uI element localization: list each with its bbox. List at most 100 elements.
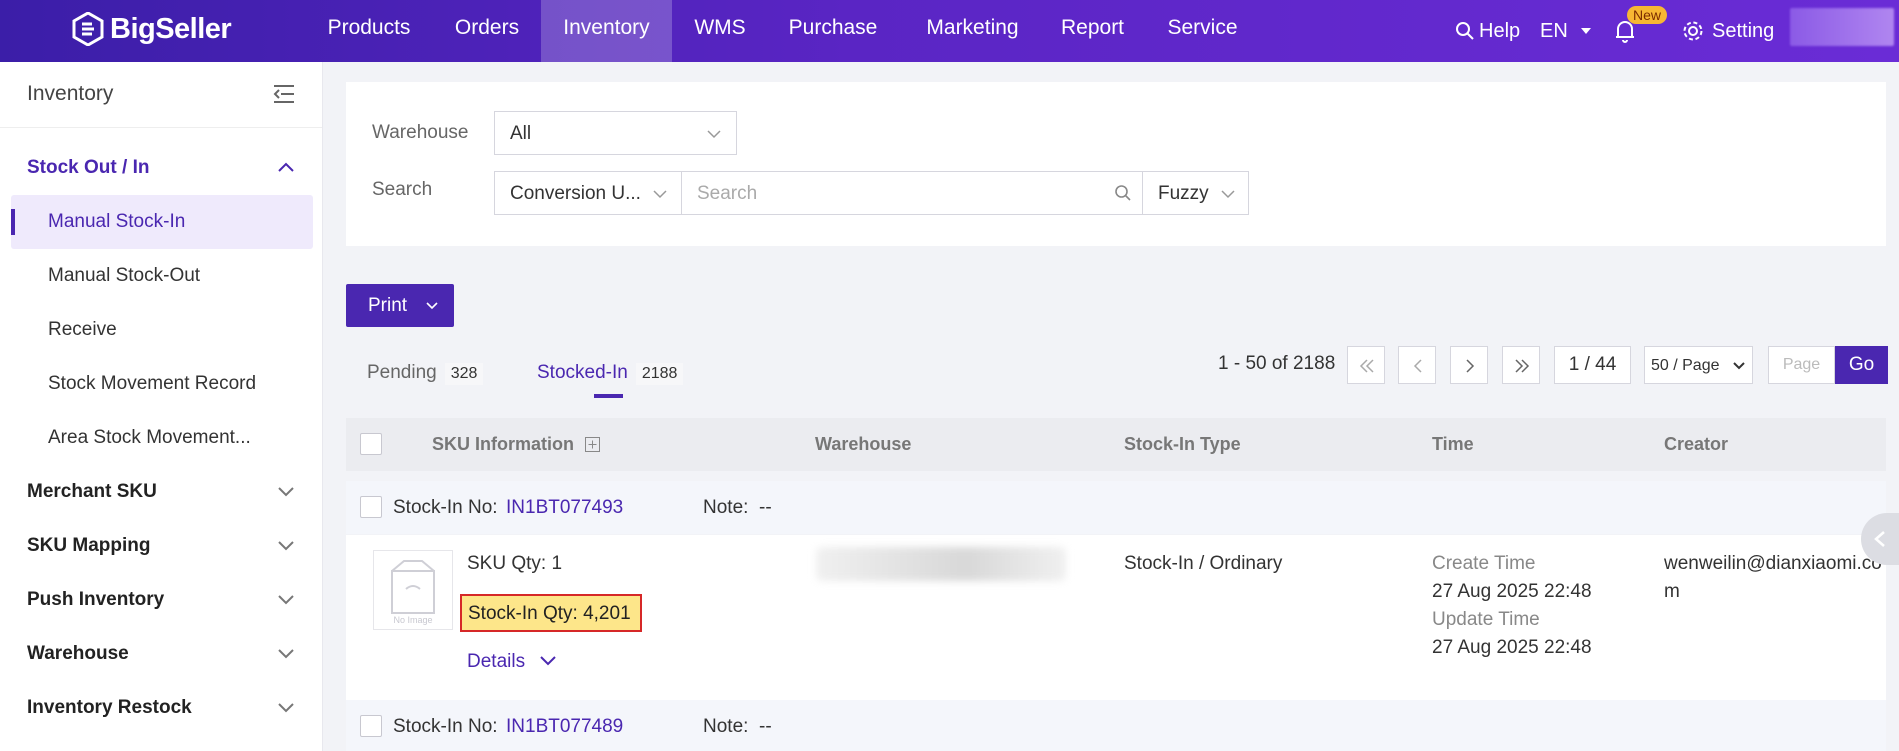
match-mode-select[interactable]: Fuzzy [1142, 171, 1249, 215]
page-size-value: 50 / Page [1651, 357, 1720, 374]
double-chevron-right-icon [1515, 359, 1530, 373]
sidebar-item-manual-stock-out[interactable]: Manual Stock-Out [11, 249, 313, 303]
chevron-left-icon [1413, 359, 1422, 373]
search-icon [1456, 22, 1474, 40]
sidebar-item-label: Receive [48, 319, 117, 340]
sidebar-group-warehouse[interactable]: Warehouse [0, 629, 323, 679]
sidebar-group-label: SKU Mapping [27, 535, 151, 556]
go-button[interactable]: Go [1835, 346, 1888, 384]
stock-in-no-label: Stock-In No: [393, 716, 498, 737]
stock-in-type-value: Stock-In / Ordinary [1124, 553, 1283, 574]
select-all-checkbox[interactable] [360, 433, 382, 455]
sidebar-group-label: Inventory Restock [27, 697, 192, 718]
stock-in-no-link[interactable]: IN1BT077493 [506, 497, 623, 519]
warehouse-select[interactable]: All [494, 111, 737, 155]
match-mode-value: Fuzzy [1158, 183, 1209, 204]
search-type-select[interactable]: Conversion U... [494, 171, 682, 215]
search-icon[interactable] [1114, 184, 1132, 202]
sidebar-group-merchant-sku[interactable]: Merchant SKU [0, 467, 323, 517]
column-label: SKU Information [432, 434, 574, 454]
sidebar-item-label: Manual Stock-In [48, 211, 186, 232]
sidebar-group-inventory-restock[interactable]: Inventory Restock [0, 683, 323, 733]
nav-marketing[interactable]: Marketing [905, 0, 1040, 62]
sidebar-group-stock[interactable]: Stock Out / In [0, 143, 323, 193]
update-time-value: 27 Aug 2025 22:48 [1432, 637, 1592, 658]
nav-wms[interactable]: WMS [680, 0, 760, 62]
search-input[interactable]: Search [681, 171, 1143, 215]
help-label: Help [1479, 19, 1521, 42]
chevron-right-icon [1466, 359, 1475, 373]
current-page-indicator: 1 / 44 [1554, 346, 1631, 384]
tab-count: 328 [444, 363, 484, 385]
details-toggle[interactable]: Details [467, 651, 557, 673]
sidebar-item-area-stock-movement[interactable]: Area Stock Movement... [11, 411, 313, 465]
sidebar-group-label: Warehouse [27, 643, 129, 664]
nav-report[interactable]: Report [1050, 0, 1135, 62]
sidebar-item-label: Area Stock Movement... [48, 427, 251, 448]
last-page-button[interactable] [1502, 346, 1540, 384]
nav-inventory[interactable]: Inventory [541, 0, 672, 62]
create-time-value: 27 Aug 2025 22:48 [1432, 581, 1592, 602]
note-value: -- [759, 716, 772, 737]
chevron-down-icon [278, 649, 294, 659]
caret-down-icon [1580, 28, 1591, 34]
sidebar-group-sku-mapping[interactable]: SKU Mapping [0, 521, 323, 571]
stock-in-no-link[interactable]: IN1BT077489 [506, 716, 623, 738]
row-checkbox[interactable] [360, 496, 382, 518]
tab-pending[interactable]: Pending 328 [367, 362, 484, 385]
expand-plus-icon[interactable] [585, 437, 601, 452]
update-time-label: Update Time [1432, 609, 1540, 630]
sidebar-group-push-inventory[interactable]: Push Inventory [0, 575, 323, 625]
language-selector[interactable]: EN [1540, 0, 1592, 62]
tab-stocked-in[interactable]: Stocked-In 2188 [537, 362, 684, 385]
chevron-down-icon [1733, 362, 1745, 370]
chevron-down-icon [278, 541, 294, 551]
stock-in-qty: Stock-In Qty: 4,201 [468, 603, 631, 624]
help-link[interactable]: Help [1455, 0, 1520, 62]
search-type-value: Conversion U... [510, 183, 641, 204]
filter-panel: Warehouse All Search Conversion U... Sea… [346, 82, 1886, 246]
column-stock-in-type: Stock-In Type [1124, 434, 1241, 454]
nav-products[interactable]: Products [310, 0, 428, 62]
sidebar-item-label: Manual Stock-Out [48, 265, 201, 286]
table-row-header: Stock-In No: IN1BT077493 Note: -- [346, 481, 1886, 534]
page-size-select[interactable]: 50 / Page [1644, 346, 1753, 384]
bigseller-logo[interactable]: BigSeller [72, 12, 232, 46]
nav-orders[interactable]: Orders [437, 0, 537, 62]
sidebar-group-label: Push Inventory [27, 589, 165, 610]
setting-link[interactable]: Setting [1682, 0, 1774, 62]
tab-count: 2188 [635, 363, 684, 385]
collapse-menu-icon[interactable] [273, 84, 295, 104]
nav-service[interactable]: Service [1160, 0, 1245, 62]
warehouse-value-redacted [816, 547, 1066, 581]
gear-icon [1683, 21, 1703, 41]
create-time-label: Create Time [1432, 553, 1536, 574]
logo-icon [72, 12, 104, 46]
new-badge: New [1627, 6, 1668, 24]
product-image-placeholder: No Image [373, 550, 453, 630]
first-page-button[interactable] [1347, 346, 1385, 384]
search-placeholder: Search [697, 183, 758, 204]
sidebar-header: Inventory [0, 62, 322, 128]
next-page-button[interactable] [1450, 346, 1488, 384]
sidebar-title: Inventory [27, 82, 114, 105]
table-row: No Image SKU Qty: 1 Stock-In Qty: 4,201 … [346, 535, 1886, 700]
table-row-header: Stock-In No: IN1BT077489 Note: -- [346, 700, 1886, 751]
print-button[interactable]: Print [346, 284, 454, 327]
account-avatar[interactable] [1790, 8, 1894, 46]
tab-label: Stocked-In [537, 362, 628, 383]
search-filter-label: Search [372, 179, 433, 200]
sidebar-item-stock-movement-record[interactable]: Stock Movement Record [11, 357, 313, 411]
row-checkbox[interactable] [360, 715, 382, 737]
chevron-down-icon [653, 190, 667, 199]
tab-label: Pending [367, 362, 437, 383]
page-jump-input[interactable]: Page [1768, 346, 1835, 384]
sidebar-item-manual-stock-in[interactable]: Manual Stock-In [11, 195, 313, 249]
nav-purchase[interactable]: Purchase [773, 0, 893, 62]
active-tab-indicator [594, 394, 623, 398]
sidebar: Inventory Stock Out / In Manual Stock-In… [0, 62, 323, 751]
chevron-left-icon [1874, 531, 1885, 547]
double-chevron-left-icon [1359, 359, 1374, 373]
prev-page-button[interactable] [1398, 346, 1436, 384]
sidebar-item-receive[interactable]: Receive [11, 303, 313, 357]
